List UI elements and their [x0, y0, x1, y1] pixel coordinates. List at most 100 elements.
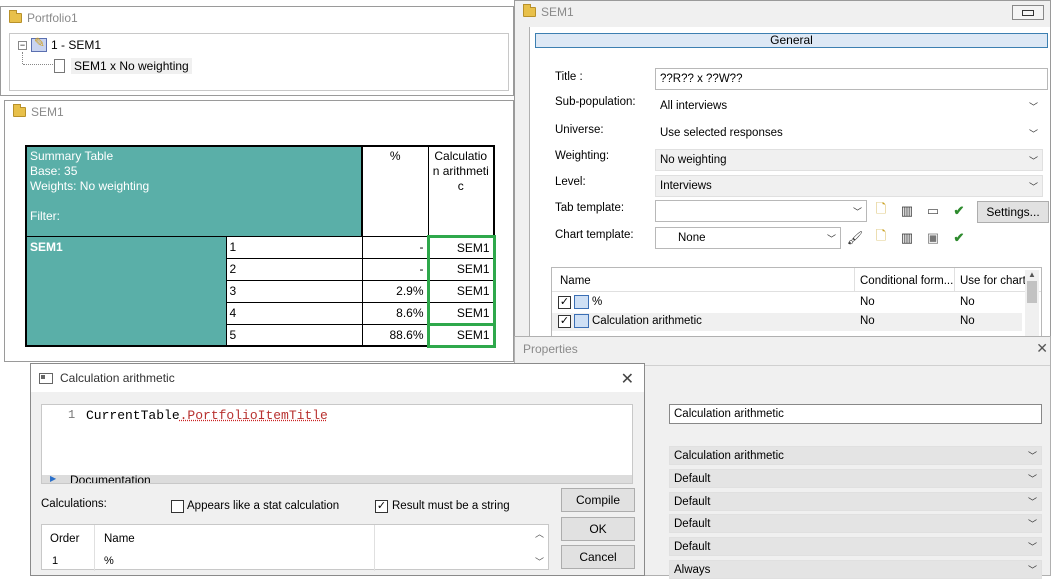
grid-row[interactable]: ✓ Calculation arithmetic No No — [552, 313, 1022, 331]
chevron-down-icon: ﹀ — [1028, 155, 1038, 166]
apply-chart-check-icon[interactable]: ✔ — [951, 230, 967, 246]
tree-line — [22, 52, 23, 64]
row-group-label: SEM1 — [25, 235, 227, 347]
chart-template-select[interactable]: None ﹀ — [655, 227, 841, 249]
apply-check-icon[interactable]: ✔ — [951, 203, 967, 219]
list-col-order[interactable]: Order — [50, 533, 79, 545]
delete-chart-template-icon[interactable]: ▣ — [925, 230, 941, 246]
tree-item-label: SEM1 x No weighting — [71, 58, 192, 74]
save-template-icon[interactable]: ▥ — [899, 203, 915, 219]
folder-icon — [9, 10, 22, 23]
save-chart-template-icon[interactable]: ▥ — [899, 230, 915, 246]
row-checkbox[interactable]: ✓ — [558, 315, 571, 328]
stat-calc-label: Appears like a stat calculation — [187, 500, 340, 512]
level-label: Level: — [555, 176, 586, 188]
col-divider — [374, 525, 375, 571]
scroll-down-icon[interactable]: ﹀ — [535, 555, 544, 568]
properties-title: Properties — [523, 342, 578, 356]
grid-col-chart[interactable]: Use for chart — [960, 275, 1026, 287]
folder-icon — [523, 4, 536, 17]
list-row-name: % — [104, 555, 114, 567]
row-label: 1 — [225, 235, 363, 259]
header-line: Base: 35 — [30, 164, 78, 178]
property-name-input[interactable]: Calculation arithmetic — [669, 404, 1042, 424]
header-line — [30, 194, 358, 209]
delete-template-icon[interactable]: ▭ — [925, 203, 941, 219]
grid-row[interactable]: ✓ % No No — [552, 294, 1022, 312]
property-dropdown-value: Default — [674, 540, 711, 553]
title-input[interactable]: ??R?? x ??W?? — [655, 68, 1048, 90]
title-input-value: ??R?? x ??W?? — [660, 73, 743, 85]
code-member: .PortfolioItemTitle — [179, 408, 328, 423]
collapse-icon[interactable]: − — [18, 40, 27, 50]
property-dropdown[interactable]: Default ﹀ — [669, 514, 1042, 533]
scroll-up-icon[interactable]: ︿ — [535, 527, 544, 540]
property-dropdown[interactable]: Default ﹀ — [669, 469, 1042, 488]
level-value: Interviews — [660, 180, 712, 192]
row-checkbox[interactable]: ✓ — [558, 296, 571, 309]
row-percent: 8.6% — [361, 301, 429, 325]
code-object: CurrentTable — [86, 408, 180, 423]
new-template-icon[interactable]: 🗋 — [873, 201, 889, 219]
tree-item-label: 1 - SEM1 — [51, 38, 102, 52]
close-icon[interactable]: ✕ — [621, 369, 634, 389]
expand-icon[interactable]: ▶ — [50, 474, 56, 483]
row-calc: SEM1 — [426, 301, 496, 325]
close-icon[interactable]: ✕ — [1036, 340, 1048, 357]
vertical-scrollbar[interactable]: ▲ — [1025, 270, 1039, 336]
tab-template-select[interactable]: ﹀ — [655, 200, 867, 222]
property-dropdown[interactable]: Default ﹀ — [669, 492, 1042, 511]
scroll-up-icon[interactable]: ▲ — [1025, 270, 1039, 279]
list-col-name[interactable]: Name — [104, 533, 135, 545]
weighting-select[interactable]: No weighting ﹀ — [655, 149, 1043, 171]
stat-calc-checkbox[interactable] — [171, 500, 184, 513]
ok-button[interactable]: OK — [561, 517, 635, 541]
property-dropdown[interactable]: Calculation arithmetic ﹀ — [669, 446, 1042, 465]
property-dropdown[interactable]: Always ﹀ — [669, 560, 1042, 579]
summary-table: Summary Table Base: 35 Weights: No weigh… — [25, 145, 496, 348]
minimize-button[interactable] — [1012, 5, 1044, 20]
code-editor[interactable]: 1 CurrentTable.PortfolioItemTitle ▶ Docu… — [41, 404, 633, 484]
string-result-checkbox[interactable]: ✓ — [375, 500, 388, 513]
chevron-down-icon: ﹀ — [1028, 181, 1038, 192]
sem1-table-titlebar: SEM1 — [5, 101, 513, 123]
weighting-value: No weighting — [660, 154, 727, 166]
header-line: Summary Table — [30, 149, 114, 163]
row-calc: SEM1 — [426, 234, 496, 259]
property-dropdown-value: Default — [674, 495, 711, 508]
code-line[interactable]: CurrentTable.PortfolioItemTitle — [86, 408, 328, 423]
col-header-calc[interactable]: Calculation arithmetic — [427, 145, 495, 237]
list-row-order: 1 — [52, 555, 59, 567]
row-label: 4 — [225, 301, 363, 325]
row-label: 2 — [225, 257, 363, 281]
chevron-down-icon: ﹀ — [1027, 451, 1037, 461]
col-header-percent[interactable]: % — [361, 145, 429, 237]
settings-button[interactable]: Settings... — [977, 201, 1049, 223]
grid-row-name: Calculation arithmetic — [592, 315, 702, 327]
property-dropdown[interactable]: Default ﹀ — [669, 537, 1042, 556]
tab-general[interactable]: General — [535, 33, 1048, 48]
grid-header: Name Conditional form... Use for chart — [552, 268, 1041, 292]
row-label: 3 — [225, 279, 363, 303]
new-chart-template-icon[interactable]: 🗋 — [873, 228, 889, 246]
cancel-button[interactable]: Cancel — [561, 545, 635, 569]
grid-row-cond: No — [860, 315, 875, 327]
brush-icon[interactable]: 🖌 — [847, 230, 864, 246]
documentation-label: Documentation — [70, 475, 151, 483]
scrollbar-thumb[interactable] — [1027, 281, 1037, 303]
tree-item-sem1-no-weighting[interactable]: SEM1 x No weighting — [54, 58, 192, 74]
tree-item-sem1[interactable]: − ✎ 1 - SEM1 — [18, 36, 102, 52]
calc-dialog-title: Calculation arithmetic — [60, 371, 175, 385]
grid-col-conditional[interactable]: Conditional form... — [860, 275, 953, 287]
documentation-bar[interactable]: ▶ Documentation — [42, 474, 632, 483]
calculation-dialog: Calculation arithmetic ✕ 1 CurrentTable.… — [30, 363, 645, 576]
level-select[interactable]: Interviews ﹀ — [655, 175, 1043, 197]
minimize-icon — [1022, 9, 1034, 16]
subpop-select[interactable]: All interviews ﹀ — [655, 95, 1043, 117]
universe-select[interactable]: Use selected responses ﹀ — [655, 122, 1043, 144]
grid-col-name[interactable]: Name — [560, 275, 591, 287]
col-divider — [94, 525, 95, 571]
compile-button[interactable]: Compile — [561, 488, 635, 512]
row-percent: - — [361, 235, 429, 259]
property-dropdown-value: Calculation arithmetic — [674, 449, 784, 462]
